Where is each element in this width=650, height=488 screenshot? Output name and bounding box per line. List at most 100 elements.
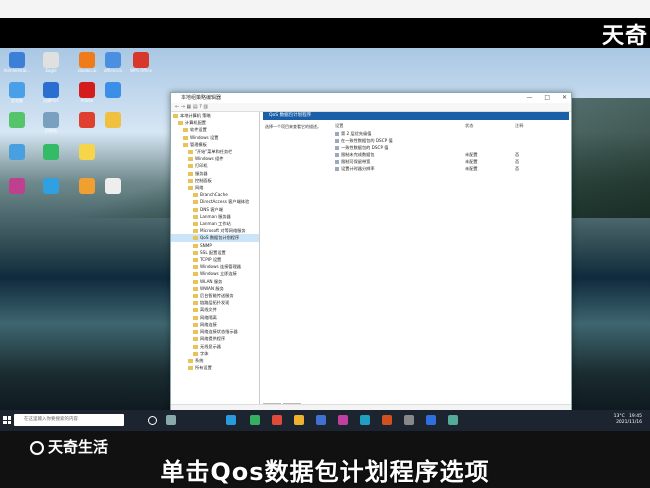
app-icon[interactable] bbox=[272, 415, 282, 425]
edge-icon[interactable] bbox=[226, 415, 236, 425]
tree-item[interactable]: DNS 客户端 bbox=[171, 206, 259, 213]
tree-item-label: 计算机配置 bbox=[185, 120, 206, 126]
tree-item[interactable]: 离线文件 bbox=[171, 306, 259, 313]
tree-item-label: 网络提供程序 bbox=[200, 336, 226, 342]
tree-item[interactable]: Microsoft 对等网络服务 bbox=[171, 227, 259, 234]
tree-item-label: 管理模板 bbox=[190, 141, 207, 147]
tree-item[interactable]: 网络提供程序 bbox=[171, 335, 259, 342]
desktop-icon[interactable] bbox=[36, 144, 66, 176]
tree-item[interactable]: BranchCache bbox=[171, 191, 259, 198]
window-toolbar[interactable]: ← → ▦ ▤ ? ▥ bbox=[171, 103, 571, 112]
folder-icon bbox=[193, 315, 198, 320]
desktop-icon[interactable] bbox=[2, 144, 32, 176]
tree-item[interactable]: SNMP bbox=[171, 242, 259, 249]
taskbar-search-input[interactable]: 在这里输入你要搜索的内容 bbox=[14, 414, 124, 426]
cortana-icon[interactable] bbox=[148, 416, 157, 425]
folder-icon bbox=[193, 294, 198, 299]
maximize-button[interactable]: □ bbox=[544, 94, 550, 101]
setting-row[interactable]: 第 2 层优先级值 bbox=[335, 130, 565, 137]
tree-item[interactable]: Windows 设置 bbox=[171, 134, 259, 141]
app-icon[interactable] bbox=[404, 415, 414, 425]
tree-item[interactable]: 无线显示器 bbox=[171, 343, 259, 350]
app-icon bbox=[79, 82, 95, 98]
col-setting[interactable]: 设置 bbox=[335, 122, 465, 130]
tree-item-label: Lanman 服务器 bbox=[200, 213, 231, 219]
policy-tree[interactable]: 本地计算机 策略 计算机配置 软件设置 Windows 设置 管理模板 "开始"菜单和任务… bbox=[171, 112, 260, 404]
col-comment[interactable]: 注释 bbox=[515, 122, 565, 130]
app-icon[interactable] bbox=[294, 415, 304, 425]
folder-icon bbox=[193, 200, 198, 205]
app-icon[interactable] bbox=[360, 415, 370, 425]
tree-item[interactable]: 网络连接 bbox=[171, 321, 259, 328]
tree-item[interactable]: 后台智能传送服务 bbox=[171, 292, 259, 299]
tree-item[interactable]: 计算机配置 bbox=[171, 119, 259, 126]
setting-row[interactable]: 限制未完成数据包 未配置 否 bbox=[335, 151, 565, 158]
app-icon[interactable] bbox=[382, 415, 392, 425]
folder-icon bbox=[188, 150, 193, 155]
tree-item[interactable]: SSL 配置设置 bbox=[171, 249, 259, 256]
video-subtitle: 单击Qos数据包计划程序选项 bbox=[160, 458, 490, 486]
tree-item[interactable]: 服务器 bbox=[171, 170, 259, 177]
tree-item[interactable]: 字体 bbox=[171, 350, 259, 357]
desktop-icon[interactable] bbox=[2, 178, 32, 210]
tree-item[interactable]: Windows 连接管理器 bbox=[171, 263, 259, 270]
app-icon[interactable] bbox=[338, 415, 348, 425]
desktop-icon[interactable] bbox=[98, 178, 128, 210]
system-tray[interactable]: 13°C 19:45 2021/11/16 bbox=[614, 414, 642, 426]
setting-row[interactable]: 在一致性数据包的 DSCP 值 bbox=[335, 137, 565, 144]
window-title: 本地组策略编辑器 bbox=[181, 95, 222, 101]
app-icon[interactable] bbox=[448, 415, 458, 425]
tree-item[interactable]: 网络 bbox=[171, 184, 259, 191]
desktop-icon[interactable]: 回收站 bbox=[36, 112, 66, 144]
app-icon[interactable] bbox=[316, 415, 326, 425]
desktop-icon[interactable] bbox=[36, 178, 66, 210]
desktop-icon[interactable]: Administrat... bbox=[2, 52, 32, 84]
desktop-icon[interactable]: 迅捷PDF bbox=[36, 82, 66, 114]
tree-item[interactable]: Windows 组件 bbox=[171, 155, 259, 162]
tree-item[interactable]: WLAN 服务 bbox=[171, 278, 259, 285]
tree-item[interactable]: 系统 bbox=[171, 357, 259, 364]
tree-item-label: QoS 数据包计划程序 bbox=[200, 235, 240, 241]
desktop-icon[interactable]: 此电脑 bbox=[2, 82, 32, 114]
tree-item[interactable]: WWAN 服务 bbox=[171, 285, 259, 292]
tree-item[interactable]: TCPIP 设置 bbox=[171, 256, 259, 263]
tree-item[interactable]: QoS 数据包计划程序 bbox=[171, 234, 259, 242]
tree-item[interactable]: "开始"菜单和任务栏 bbox=[171, 148, 259, 155]
tree-item[interactable]: 软件设置 bbox=[171, 126, 259, 133]
desktop-icon[interactable]: office.ico bbox=[98, 52, 128, 84]
app-icon bbox=[133, 52, 149, 68]
tree-item[interactable]: 网络连接状态指示器 bbox=[171, 328, 259, 335]
folder-icon bbox=[193, 265, 198, 270]
desktop-icon[interactable] bbox=[98, 82, 128, 114]
tree-item[interactable]: 所有设置 bbox=[171, 364, 259, 371]
setting-row[interactable]: 限制可保留带宽 未配置 否 bbox=[335, 158, 565, 165]
desktop-icon[interactable] bbox=[72, 144, 102, 176]
desktop-icon[interactable] bbox=[98, 112, 128, 144]
tree-item[interactable]: 管理模板 bbox=[171, 141, 259, 148]
task-view-icon[interactable] bbox=[166, 415, 176, 425]
tree-item-label: Windows 立即连接 bbox=[200, 271, 237, 277]
tree-item[interactable]: 网络隔离 bbox=[171, 314, 259, 321]
tree-item-label: 系统 bbox=[195, 357, 204, 363]
windows-start-icon[interactable] bbox=[3, 416, 11, 424]
tree-item[interactable]: Lanman 工作站 bbox=[171, 220, 259, 227]
setting-row[interactable]: 一致性数据包的 DSCP 值 bbox=[335, 144, 565, 151]
minimize-button[interactable]: — bbox=[526, 94, 532, 101]
tree-item[interactable]: Lanman 服务器 bbox=[171, 213, 259, 220]
desktop-icon[interactable]: Eagle bbox=[36, 52, 66, 84]
tree-item[interactable]: 本地计算机 策略 bbox=[171, 112, 259, 119]
tree-item[interactable]: 打印机 bbox=[171, 162, 259, 169]
app-icon[interactable] bbox=[250, 415, 260, 425]
tree-item[interactable]: 链路层拓扑发现 bbox=[171, 299, 259, 306]
app-icon[interactable] bbox=[426, 415, 436, 425]
desktop-icon[interactable] bbox=[2, 112, 32, 144]
close-button[interactable]: ✕ bbox=[562, 94, 567, 101]
app-icon bbox=[9, 112, 25, 128]
tree-item[interactable]: DirectAccess 客户端体验 bbox=[171, 198, 259, 205]
setting-row[interactable]: 设置计时器分辨率 未配置 否 bbox=[335, 165, 565, 172]
tree-item[interactable]: Windows 立即连接 bbox=[171, 270, 259, 277]
col-state[interactable]: 状态 bbox=[465, 122, 515, 130]
desktop-icon[interactable]: WPS Office bbox=[126, 52, 156, 84]
tree-item-label: WLAN 服务 bbox=[200, 278, 223, 284]
tree-item[interactable]: 控制面板 bbox=[171, 177, 259, 184]
